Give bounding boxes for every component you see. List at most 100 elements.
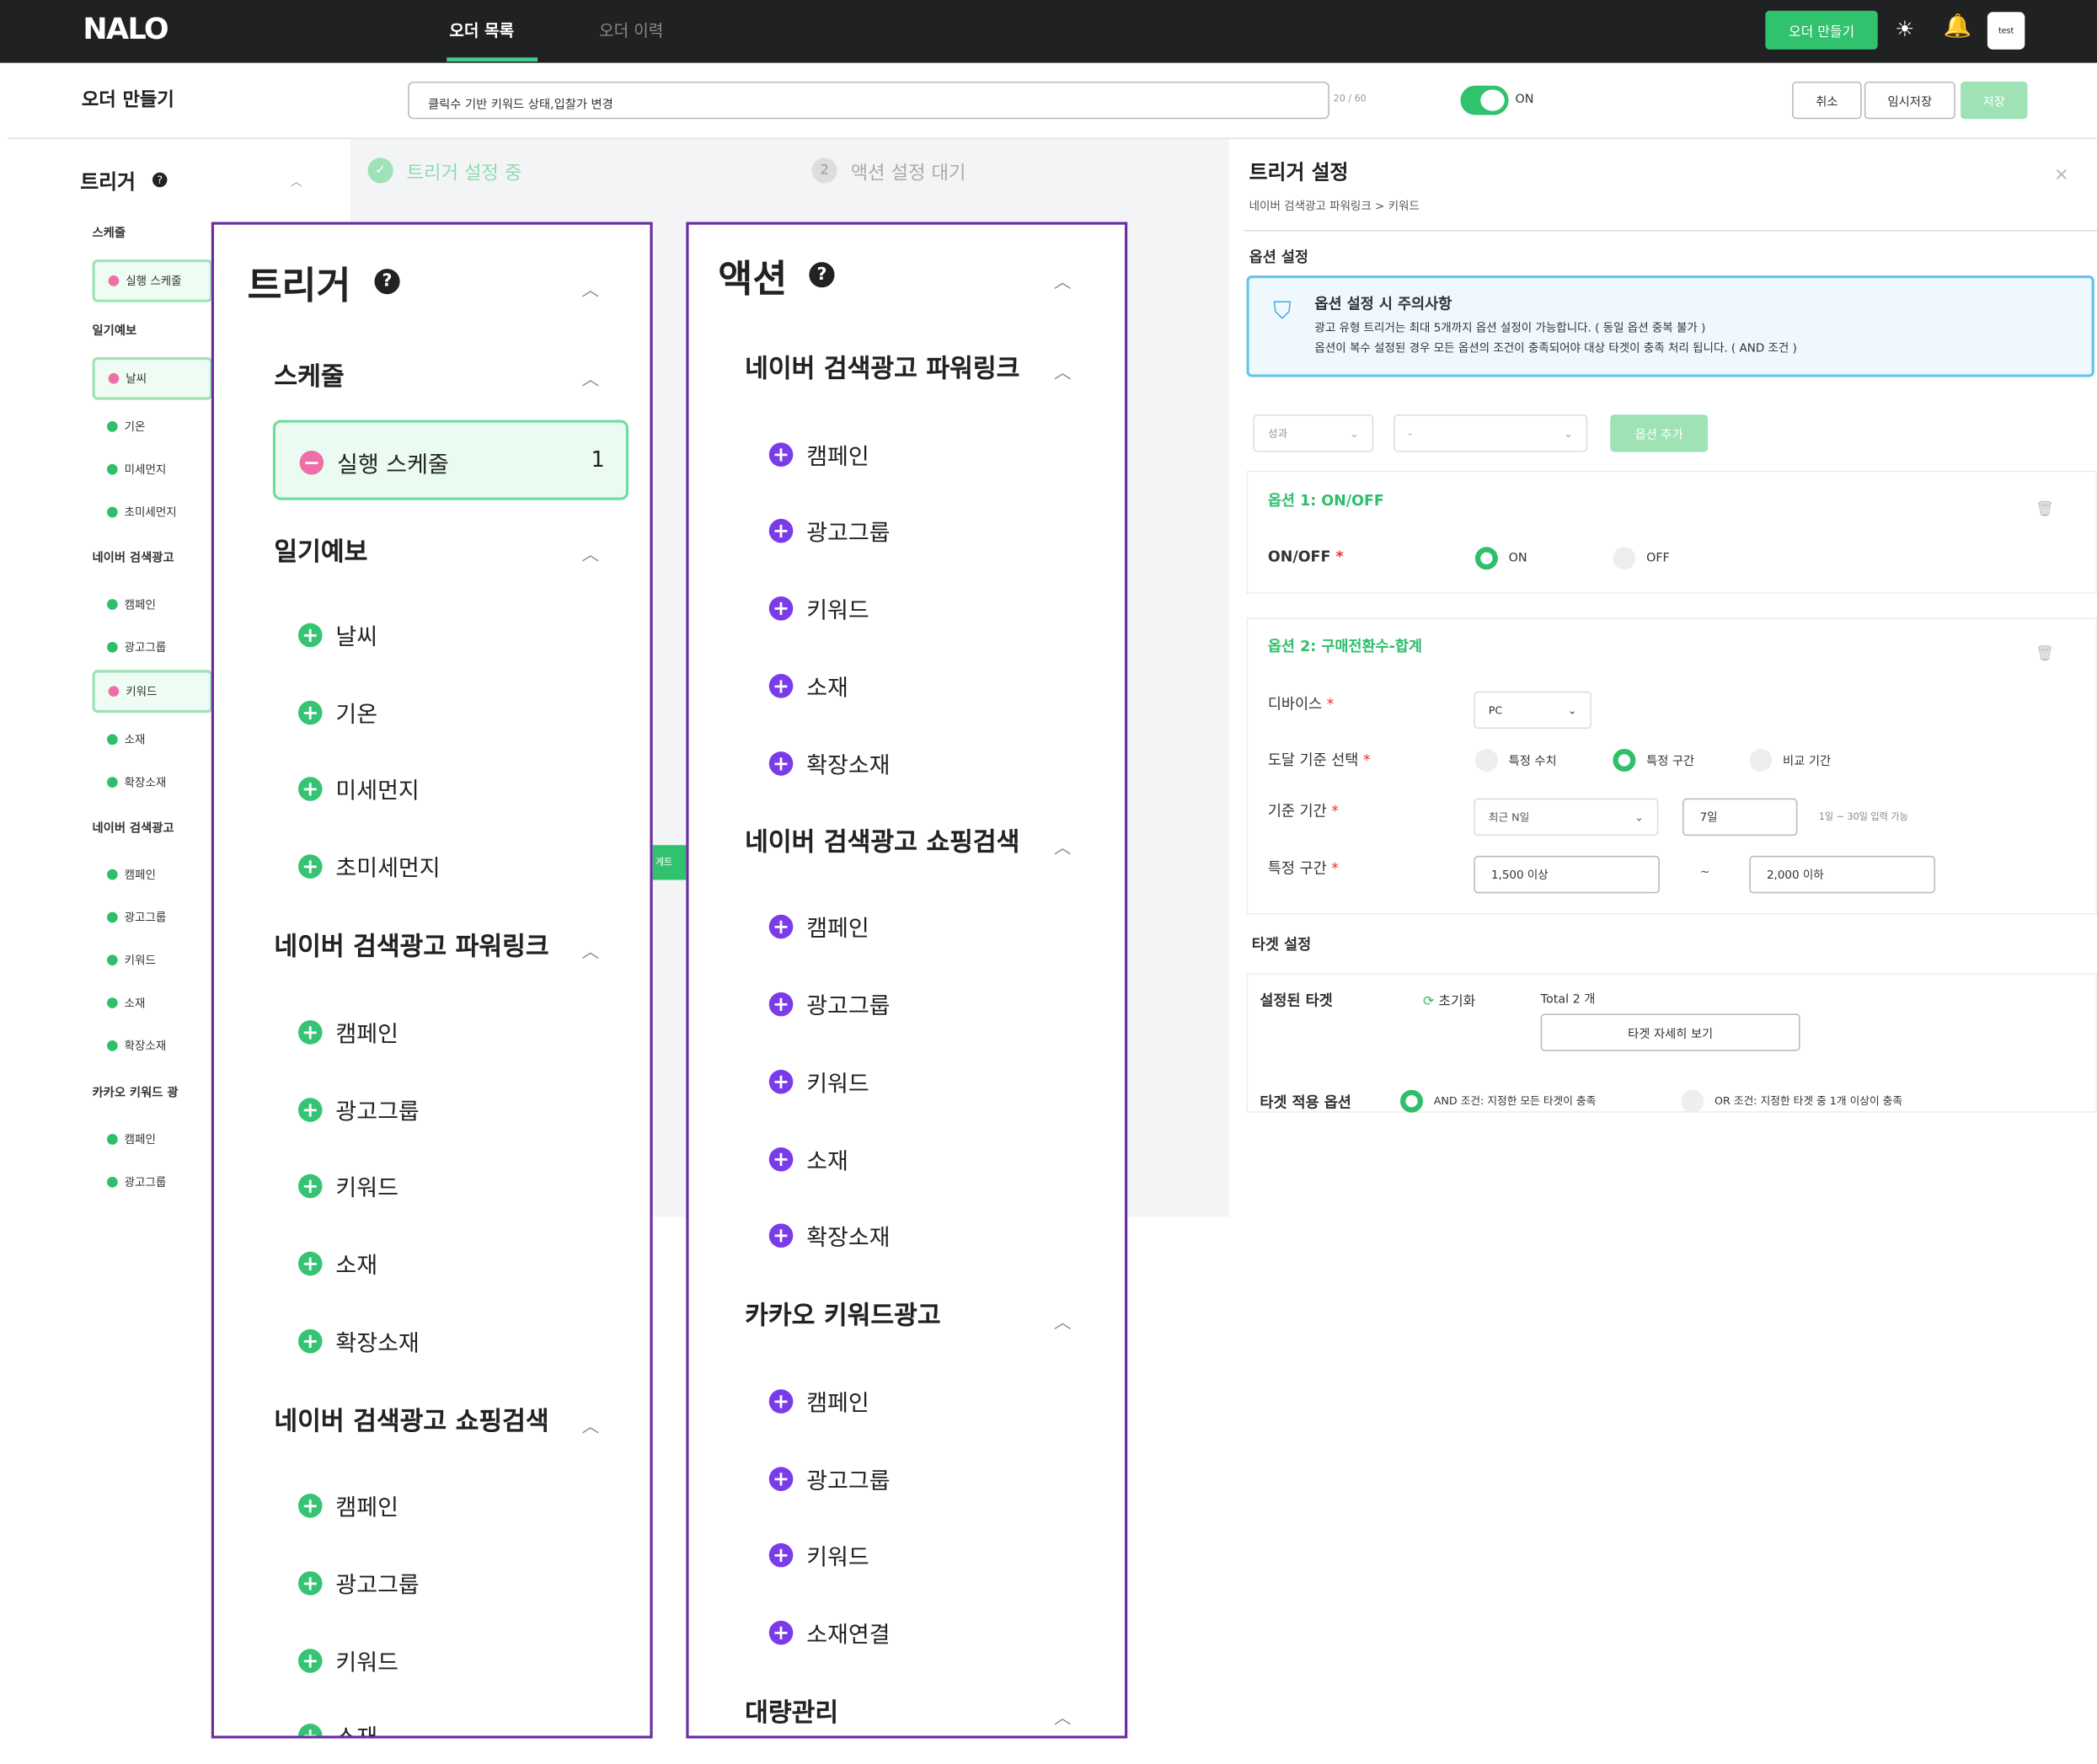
lp-item-campaign[interactable]: 캠페인 <box>106 867 156 883</box>
item-ext-creative[interactable]: + 확장소재 <box>297 1324 420 1357</box>
item-campaign[interactable]: + 캠페인 <box>297 1489 399 1522</box>
radio-label: 특정 구간 <box>1646 755 1695 769</box>
close-icon[interactable]: ✕ <box>2054 166 2068 186</box>
period-days-input[interactable]: 7일 <box>1682 798 1798 837</box>
radio-or[interactable]: OR 조건: 지정한 타겟 중 1개 이상이 충족 <box>1681 1089 1902 1113</box>
radio-and[interactable]: AND 조건: 지정한 모든 타겟이 충족 <box>1400 1089 1596 1113</box>
chevron-up-icon[interactable]: ︿ <box>582 1412 600 1438</box>
help-icon[interactable]: ? <box>809 262 835 288</box>
item-creative-link[interactable]: + 소재연결 <box>768 1616 891 1649</box>
field-label: 디바이스 <box>1267 695 1323 714</box>
help-icon[interactable]: ? <box>374 269 400 295</box>
chevron-up-icon[interactable]: ︿ <box>1054 1307 1072 1334</box>
radio-specific-value[interactable]: 특정 수치 <box>1474 748 1557 772</box>
trash-icon[interactable]: 🗑 <box>2035 500 2054 518</box>
item-adgroup[interactable]: + 광고그룹 <box>768 1462 891 1495</box>
app-logo[interactable]: NALO <box>83 13 169 47</box>
item-label: 캠페인 <box>335 1494 399 1522</box>
lp-item-run-schedule[interactable]: 실행 스케줄 <box>92 259 213 302</box>
radio-specific-range[interactable]: 특정 구간 <box>1613 748 1695 772</box>
chevron-up-icon[interactable]: ︿ <box>582 275 600 301</box>
lp-item-creative[interactable]: 소재 <box>106 731 145 747</box>
plus-circle-icon: + <box>297 1328 323 1353</box>
chevron-up-icon[interactable]: ︿ <box>290 173 302 190</box>
lp-item-ultra-dust[interactable]: 초미세먼지 <box>106 504 177 520</box>
chevron-up-icon[interactable]: ︿ <box>582 938 600 963</box>
item-label: 캠페인 <box>806 444 869 471</box>
lp-item-ext-creative[interactable]: 확장소재 <box>106 774 166 790</box>
item-label: 확장소재 <box>806 752 891 780</box>
notification-bell-icon[interactable]: 🔔 <box>1943 13 1971 40</box>
chevron-up-icon[interactable]: ︿ <box>582 365 600 391</box>
save-button[interactable]: 저장 <box>1961 81 2028 120</box>
item-creative[interactable]: + 소재 <box>297 1246 377 1280</box>
item-adgroup[interactable]: + 광고그룹 <box>768 987 891 1020</box>
tab-order-history[interactable]: 오더 이력 <box>599 19 663 41</box>
radio-off[interactable]: OFF <box>1613 547 1670 570</box>
item-campaign[interactable]: + 캠페인 <box>768 1384 869 1418</box>
chevron-up-icon[interactable]: ︿ <box>1054 358 1072 384</box>
item-keyword[interactable]: + 키워드 <box>768 1065 869 1098</box>
theme-toggle-icon[interactable]: ☀ <box>1895 16 1914 41</box>
lp-item-label: 기온 <box>124 421 146 435</box>
item-campaign[interactable]: + 캠페인 <box>768 437 869 471</box>
user-avatar[interactable]: test <box>1987 12 2025 50</box>
item-ultra-dust[interactable]: + 초미세먼지 <box>297 849 441 883</box>
device-select[interactable]: PC ⌄ <box>1474 691 1592 730</box>
option-metric-select[interactable]: - ⌄ <box>1394 414 1588 452</box>
help-icon[interactable]: ? <box>152 172 168 188</box>
lp-item-dust[interactable]: 미세먼지 <box>106 462 166 478</box>
item-adgroup[interactable]: + 광고그룹 <box>768 514 891 547</box>
selected-item-run-schedule[interactable]: − 실행 스케줄 1 <box>272 420 629 500</box>
item-creative[interactable]: + 소재 <box>297 1719 377 1736</box>
lp-item-campaign[interactable]: 캠페인 <box>106 596 156 612</box>
lp-item-adgroup[interactable]: 광고그룹 <box>106 909 166 925</box>
item-keyword[interactable]: + 키워드 <box>297 1168 399 1202</box>
chevron-up-icon[interactable]: ︿ <box>1054 1703 1072 1729</box>
tab-order-list[interactable]: 오더 목록 <box>449 19 514 41</box>
create-order-button[interactable]: 오더 만들기 <box>1765 10 1878 50</box>
chevron-up-icon[interactable]: ︿ <box>582 540 600 566</box>
radio-on[interactable]: ON <box>1474 547 1527 570</box>
chevron-up-icon[interactable]: ︿ <box>1054 267 1072 293</box>
item-keyword[interactable]: + 키워드 <box>297 1644 399 1677</box>
lp-item-temp[interactable]: 기온 <box>106 419 146 435</box>
cancel-button[interactable]: 취소 <box>1792 81 1862 120</box>
lp-item-creative[interactable]: 소재 <box>106 995 145 1011</box>
range-max-input[interactable]: 2,000 이하 <box>1749 855 1935 894</box>
lp-item-ext-creative[interactable]: 확장소재 <box>106 1038 166 1054</box>
order-name-input[interactable]: 클릭수 기반 키워드 상태,입찰가 변경 <box>408 81 1329 120</box>
option-category-select[interactable]: 성과 ⌄ <box>1253 414 1374 452</box>
chevron-up-icon[interactable]: ︿ <box>1054 833 1072 858</box>
item-ext-creative[interactable]: + 확장소재 <box>768 746 891 780</box>
item-temp[interactable]: + 기온 <box>297 695 377 729</box>
item-keyword[interactable]: + 키워드 <box>768 1538 869 1571</box>
temp-save-button[interactable]: 임시저장 <box>1864 81 1955 120</box>
trash-icon[interactable]: 🗑 <box>2035 644 2054 662</box>
item-creative[interactable]: + 소재 <box>768 669 848 702</box>
range-separator: ~ <box>1699 866 1710 880</box>
lp-item-keyword[interactable]: 키워드 <box>106 952 156 968</box>
item-adgroup[interactable]: + 광고그룹 <box>297 1566 420 1600</box>
period-select[interactable]: 최근 N일 ⌄ <box>1474 798 1659 837</box>
trigger-settings-title: 트리거 설정 <box>1249 160 1349 185</box>
item-ext-creative[interactable]: + 확장소재 <box>768 1218 891 1252</box>
target-detail-button[interactable]: 타겟 자세히 보기 <box>1540 1013 1800 1051</box>
lp-item-campaign[interactable]: 캠페인 <box>106 1131 156 1147</box>
item-dust[interactable]: + 미세먼지 <box>297 772 420 805</box>
reset-button[interactable]: ⟳ 초기화 <box>1422 990 1475 1010</box>
lp-item-adgroup[interactable]: 광고그룹 <box>106 639 166 655</box>
lp-item-keyword[interactable]: 키워드 <box>92 670 213 714</box>
item-adgroup[interactable]: + 광고그룹 <box>297 1093 420 1126</box>
item-campaign[interactable]: + 캠페인 <box>297 1015 399 1049</box>
item-creative[interactable]: + 소재 <box>768 1142 848 1175</box>
range-min-input[interactable]: 1,500 이상 <box>1474 855 1660 894</box>
item-weather[interactable]: + 날씨 <box>297 617 377 651</box>
item-keyword[interactable]: + 키워드 <box>768 591 869 624</box>
refresh-icon: ⟳ <box>1422 995 1435 1010</box>
add-option-button[interactable]: 옵션 추가 <box>1610 414 1709 452</box>
item-campaign[interactable]: + 캠페인 <box>768 909 869 943</box>
lp-item-weather[interactable]: 날씨 <box>92 356 213 400</box>
lp-item-adgroup[interactable]: 광고그룹 <box>106 1174 166 1190</box>
radio-compare-period[interactable]: 비교 기간 <box>1749 748 1831 772</box>
